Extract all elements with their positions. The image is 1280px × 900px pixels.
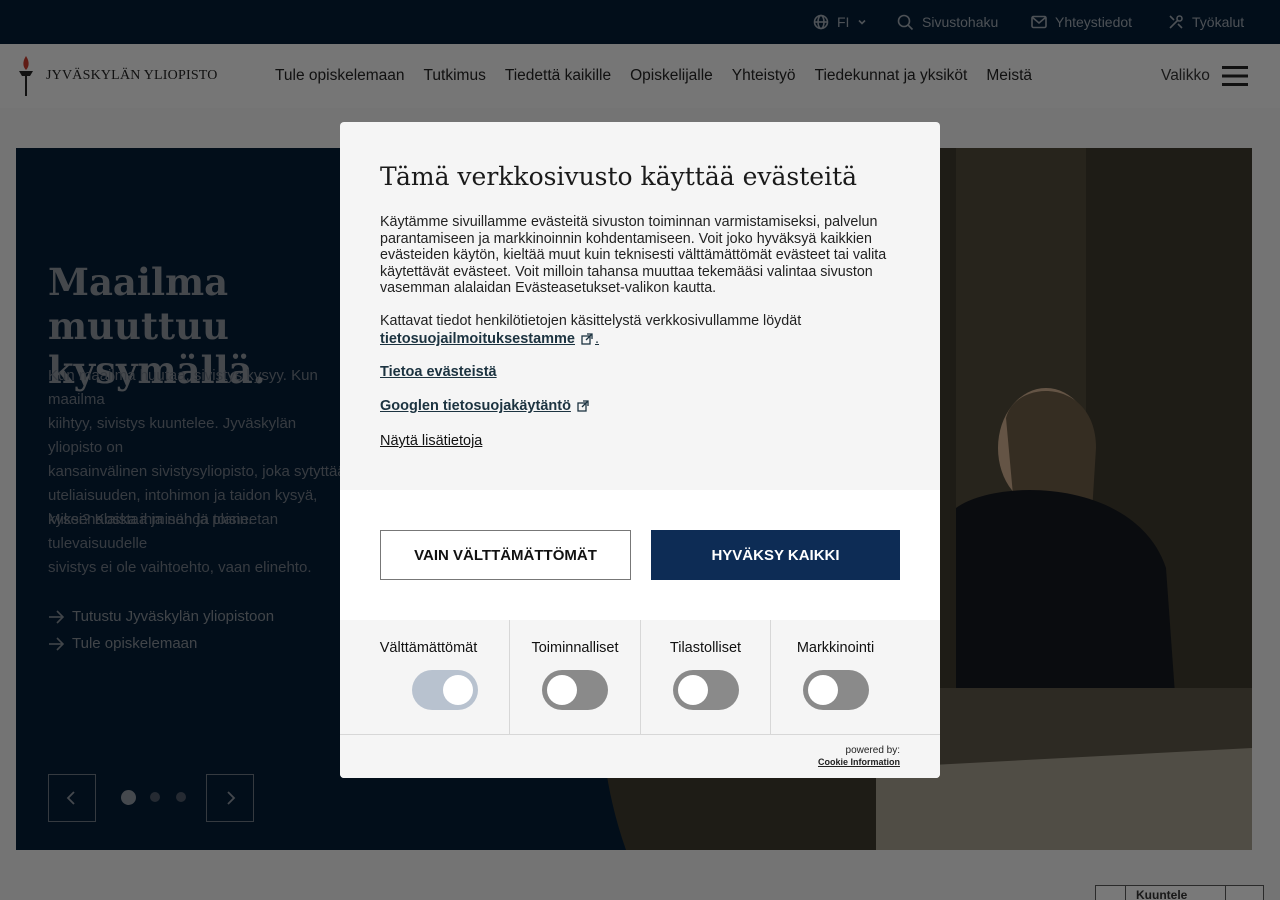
cookie-dialog-paragraph: Käytämme sivuillamme evästeitä sivuston … bbox=[380, 214, 887, 297]
external-link-icon bbox=[577, 400, 589, 412]
google-privacy-link[interactable]: Googlen tietosuojakäytäntö bbox=[380, 398, 589, 414]
category-functional: Toiminnalliset bbox=[510, 620, 641, 734]
toggle-functional[interactable] bbox=[542, 670, 608, 710]
accept-all-button[interactable]: Hyväksy kaikki bbox=[651, 530, 900, 580]
toggle-statistics[interactable] bbox=[673, 670, 739, 710]
category-label: Toiminnalliset bbox=[531, 640, 619, 656]
category-label: Välttämättömät bbox=[379, 640, 478, 656]
category-label: Tilastolliset bbox=[669, 640, 742, 656]
category-label: Markkinointi bbox=[796, 640, 875, 656]
category-necessary: Välttämättömät bbox=[340, 620, 510, 734]
show-details-link[interactable]: Näytä lisätietoja bbox=[380, 433, 482, 449]
privacy-notice-link-label: tietosuojailmoituksestamme bbox=[380, 331, 575, 347]
privacy-notice-link[interactable]: tietosuojailmoituksestamme . bbox=[380, 331, 599, 347]
category-marketing: Markkinointi bbox=[771, 620, 940, 734]
external-link-icon bbox=[581, 333, 593, 345]
toggle-marketing[interactable] bbox=[803, 670, 869, 710]
about-cookies-label: Tietoa evästeistä bbox=[380, 364, 497, 380]
powered-by-footer: powered by: Cookie Information bbox=[340, 734, 940, 778]
cookie-categories: Välttämättömät Toiminnalliset Tilastolli… bbox=[340, 620, 940, 734]
consent-buttons: Vain välttämättömät Hyväksy kaikki bbox=[340, 490, 940, 620]
cookie-information-link[interactable]: Cookie Information bbox=[818, 757, 900, 767]
category-statistics: Tilastolliset bbox=[641, 620, 771, 734]
cookie-dialog-privacy-text: Kattavat tiedot henkilötietojen käsittel… bbox=[380, 313, 802, 329]
cookie-dialog-title: Tämä verkkosivusto käyttää evästeitä bbox=[380, 162, 858, 191]
show-details-label: Näytä lisätietoja bbox=[380, 433, 483, 449]
powered-by-text: powered by: bbox=[845, 745, 900, 756]
about-cookies-link[interactable]: Tietoa evästeistä bbox=[380, 364, 497, 380]
period-text: . bbox=[595, 331, 600, 347]
google-privacy-label: Googlen tietosuojakäytäntö bbox=[380, 398, 571, 414]
necessary-only-button[interactable]: Vain välttämättömät bbox=[380, 530, 631, 580]
cookie-consent-dialog: Tämä verkkosivusto käyttää evästeitä Käy… bbox=[340, 122, 940, 778]
toggle-necessary bbox=[412, 670, 478, 710]
